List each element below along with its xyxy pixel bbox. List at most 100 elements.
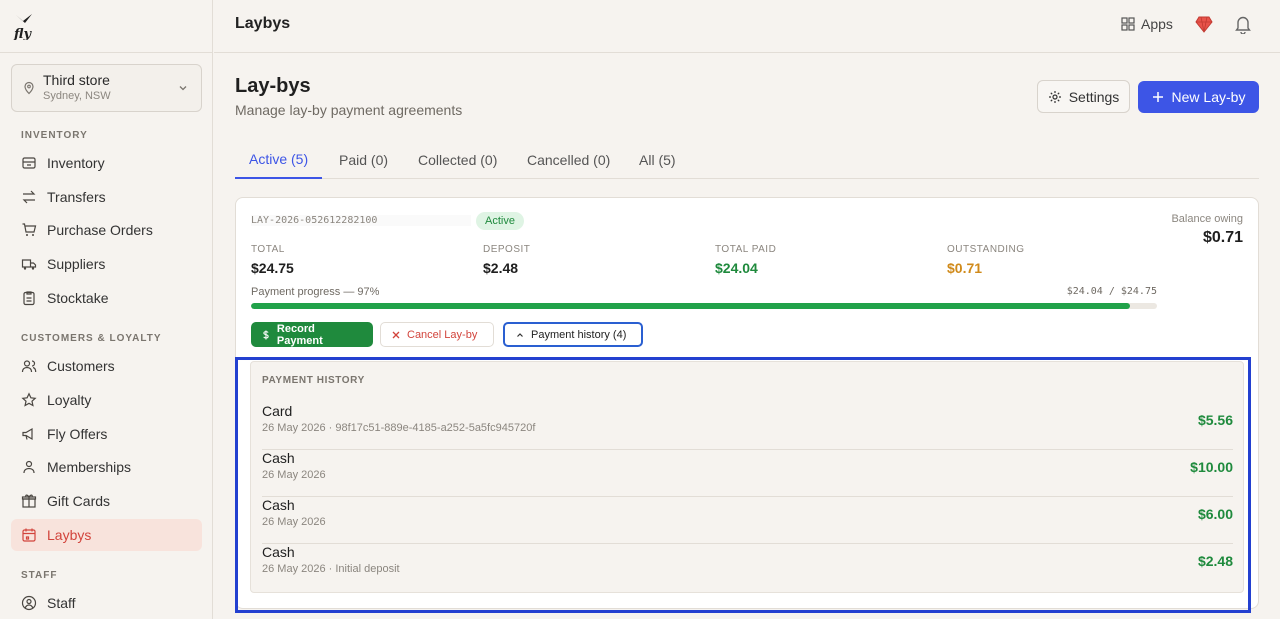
fly-logo[interactable]: fly xyxy=(13,12,35,40)
stat-label: DEPOSIT xyxy=(483,244,531,255)
sidebar-item-inventory[interactable]: Inventory xyxy=(11,147,202,179)
payment-row: Cash 26 May 2026 · Initial deposit $2.48 xyxy=(262,544,1233,591)
sidebar-item-fly-offers[interactable]: Fly Offers xyxy=(11,418,202,450)
sidebar-item-label: Fly Offers xyxy=(47,426,108,442)
sidebar: fly Third store Sydney, NSW INVENTORY In… xyxy=(0,0,213,619)
sidebar-item-label: Memberships xyxy=(47,459,132,475)
cancel-layby-label: Cancel Lay-by xyxy=(407,328,478,341)
payment-amount: $2.48 xyxy=(1197,553,1233,569)
stat-label: TOTAL xyxy=(251,244,285,255)
payment-meta: 26 May 2026 · 98f17c51-889e-4185-a252-5a… xyxy=(262,422,536,434)
balance-owing-label: Balance owing xyxy=(1171,213,1243,225)
sidebar-item-purchase-orders[interactable]: Purchase Orders xyxy=(11,214,202,246)
sidebar-item-label: Laybys xyxy=(47,527,92,543)
tab-cancelled[interactable]: Cancelled (0) xyxy=(513,140,624,179)
megaphone-icon xyxy=(21,426,37,442)
settings-button[interactable]: Settings xyxy=(1037,80,1130,113)
store-location: Sydney, NSW xyxy=(43,90,111,102)
sidebar-item-label: Suppliers xyxy=(47,256,106,272)
progress-track xyxy=(251,303,1157,309)
sidebar-item-label: Gift Cards xyxy=(47,493,111,509)
sidebar-item-customers[interactable]: Customers xyxy=(11,350,202,382)
progress-fill xyxy=(251,303,1130,309)
stat-value: $24.75 xyxy=(251,260,294,276)
tab-collected[interactable]: Collected (0) xyxy=(404,140,511,179)
stat-total: TOTAL $24.75 xyxy=(251,244,294,276)
tab-active[interactable]: Active (5) xyxy=(235,140,323,179)
payment-amount: $10.00 xyxy=(1190,459,1233,475)
members-icon xyxy=(21,459,37,475)
record-payment-button[interactable]: Record Payment xyxy=(251,322,373,347)
payment-meta: 26 May 2026 xyxy=(262,469,326,481)
payment-meta: 26 May 2026 · Initial deposit xyxy=(262,563,400,575)
new-layby-button[interactable]: New Lay-by xyxy=(1138,81,1259,113)
sidebar-item-laybys[interactable]: Laybys xyxy=(11,519,202,551)
gear-icon xyxy=(1048,90,1061,103)
payment-history-label: Payment history (4) xyxy=(531,328,627,341)
sidebar-item-transfers[interactable]: Transfers xyxy=(11,181,202,213)
section-label-inventory: INVENTORY xyxy=(21,130,88,141)
stat-value: $2.48 xyxy=(483,260,519,276)
logo-row: fly xyxy=(0,0,212,53)
payment-amount: $5.56 xyxy=(1197,412,1233,428)
transfer-icon xyxy=(21,189,37,205)
dollar-icon xyxy=(263,330,269,339)
star-icon xyxy=(21,392,37,408)
sidebar-item-staff[interactable]: Staff xyxy=(11,587,202,619)
layby-reference: LAY-2026-052612282100 xyxy=(251,215,471,226)
stat-total-paid: TOTAL PAID $24.04 xyxy=(715,244,776,276)
new-layby-label: New Lay-by xyxy=(1171,89,1246,105)
payment-method: Cash xyxy=(262,450,295,466)
logo-text: fly xyxy=(13,27,32,40)
sidebar-item-memberships[interactable]: Memberships xyxy=(11,451,202,483)
sidebar-item-label: Staff xyxy=(47,595,76,611)
staff-icon xyxy=(21,595,37,611)
balance-owing-value: $0.71 xyxy=(1202,229,1243,246)
payment-history-button[interactable]: Payment history (4) xyxy=(503,322,643,347)
payment-row: Cash 26 May 2026 $6.00 xyxy=(262,497,1233,544)
cart-icon xyxy=(21,222,37,238)
sidebar-item-label: Purchase Orders xyxy=(47,222,153,238)
cancel-layby-button[interactable]: Cancel Lay-by xyxy=(380,322,494,347)
payment-meta: 26 May 2026 xyxy=(262,516,326,528)
chevron-down-icon xyxy=(179,86,187,91)
users-icon xyxy=(21,358,37,374)
sidebar-item-label: Transfers xyxy=(47,189,106,205)
plus-icon xyxy=(1152,92,1163,102)
stat-deposit: DEPOSIT $2.48 xyxy=(483,244,530,276)
stat-label: TOTAL PAID xyxy=(715,244,777,255)
bell-icon[interactable] xyxy=(1234,14,1252,34)
apps-button[interactable]: Apps xyxy=(1121,16,1173,32)
section-label-staff: STAFF xyxy=(21,570,58,581)
settings-label: Settings xyxy=(1068,88,1120,105)
grid-icon xyxy=(1121,17,1135,31)
page-title: Lay-bys xyxy=(235,75,311,97)
calendar-icon xyxy=(21,527,37,543)
tab-all[interactable]: All (5) xyxy=(625,140,690,179)
payment-row: Cash 26 May 2026 $10.00 xyxy=(262,450,1233,497)
gem-icon[interactable] xyxy=(1195,15,1213,33)
payment-history-panel: PAYMENT HISTORY Card 26 May 2026 · 98f17… xyxy=(250,361,1244,593)
stat-label: OUTSTANDING xyxy=(947,244,1025,255)
stat-outstanding: OUTSTANDING $0.71 xyxy=(947,244,1025,276)
close-icon xyxy=(392,331,400,338)
store-name: Third store xyxy=(43,72,110,88)
stat-value: $24.04 xyxy=(715,260,758,276)
payment-history-title: PAYMENT HISTORY xyxy=(262,375,365,386)
sidebar-item-loyalty[interactable]: Loyalty xyxy=(11,384,202,416)
header-title: Laybys xyxy=(235,15,291,32)
payment-row: Card 26 May 2026 · 98f17c51-889e-4185-a2… xyxy=(262,403,1233,450)
payment-method: Cash xyxy=(262,497,295,513)
sidebar-item-gift-cards[interactable]: Gift Cards xyxy=(11,485,202,517)
payment-method: Card xyxy=(262,403,293,419)
tab-paid[interactable]: Paid (0) xyxy=(325,140,402,179)
sidebar-item-label: Inventory xyxy=(47,155,105,171)
payment-method: Cash xyxy=(262,544,295,560)
truck-icon xyxy=(21,256,37,272)
sidebar-item-stocktake[interactable]: Stocktake xyxy=(11,282,202,314)
sidebar-item-suppliers[interactable]: Suppliers xyxy=(11,248,202,280)
chevron-up-icon xyxy=(517,332,523,337)
store-selector[interactable]: Third store Sydney, NSW xyxy=(11,64,202,112)
status-badge: Active xyxy=(476,212,524,230)
record-payment-label: Record Payment xyxy=(276,322,323,347)
